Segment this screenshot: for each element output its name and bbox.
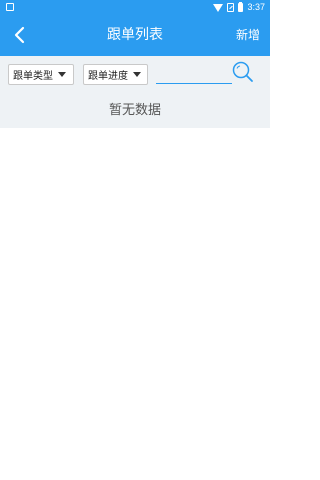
status-time: 3:37: [247, 2, 265, 12]
add-button[interactable]: 新增: [236, 15, 260, 56]
app-bar: 跟单列表 新增: [0, 15, 270, 56]
search-button[interactable]: [231, 60, 255, 84]
battery-icon: [238, 2, 244, 12]
list-area: [0, 128, 270, 480]
empty-message: 暂无数据: [108, 103, 161, 118]
notification-icon: [6, 3, 14, 11]
page-title: 跟单列表: [107, 27, 163, 43]
search-icon: [232, 61, 253, 82]
status-indicators: 3:37: [213, 1, 265, 14]
search-input[interactable]: [156, 66, 232, 84]
no-sim-icon: [227, 3, 235, 12]
type-dropdown[interactable]: 跟单类型: [8, 64, 74, 85]
type-dropdown-label: 跟单类型: [13, 71, 53, 82]
caret-down-icon: [133, 72, 141, 77]
wifi-icon: [213, 3, 224, 12]
filter-bar: 跟单类型 跟单进度 暂无数据: [0, 56, 270, 128]
progress-dropdown-label: 跟单进度: [88, 71, 128, 82]
caret-down-icon: [58, 72, 66, 77]
progress-dropdown[interactable]: 跟单进度: [83, 64, 148, 85]
status-bar: 3:37: [0, 0, 270, 15]
